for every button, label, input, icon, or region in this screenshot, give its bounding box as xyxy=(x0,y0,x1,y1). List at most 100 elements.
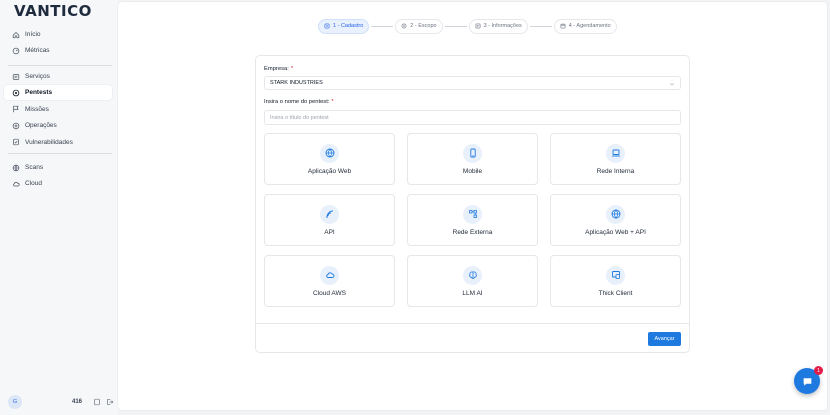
scan-icon xyxy=(12,164,20,171)
main-panel: 1 - Cadastro 2 - Escopo 3 - Informações … xyxy=(118,2,827,410)
type-card-rede-externa[interactable]: Rede Externa xyxy=(407,194,538,246)
app-logo[interactable]: VANTICO xyxy=(14,2,92,20)
type-icon-bg xyxy=(463,204,482,224)
sidebar-item-operacoes[interactable]: Operações xyxy=(4,118,112,133)
step-label: 1 - Cadastro xyxy=(333,23,364,29)
step-connector xyxy=(529,25,552,27)
laptop-icon xyxy=(611,149,620,157)
sidebar-item-label: Operações xyxy=(25,122,57,130)
sidebar-item-pentests[interactable]: Pentests xyxy=(4,85,112,101)
nav-divider xyxy=(8,65,112,66)
type-card-cloud-aws[interactable]: Cloud AWS xyxy=(264,255,395,307)
step-connector xyxy=(444,25,467,27)
nav-group-tools: Scans Cloud xyxy=(4,160,112,193)
type-label: API xyxy=(324,228,335,236)
type-card-aplicacao-web[interactable]: Aplicação Web xyxy=(264,133,395,185)
sidebar-item-missoes[interactable]: Missões xyxy=(4,102,112,117)
type-icon-bg xyxy=(320,204,339,224)
type-label: Thick Client xyxy=(598,289,633,297)
sidebar-item-inicio[interactable]: Início xyxy=(4,27,112,42)
pentest-icon xyxy=(12,89,20,97)
cloud-icon xyxy=(13,181,20,187)
step-cadastro[interactable]: 1 - Cadastro xyxy=(318,18,370,34)
sidebar: VANTICO Início Métricas Serviços Pentest… xyxy=(0,0,118,415)
type-icon-bg xyxy=(320,143,339,163)
chat-notification-badge: 1 xyxy=(814,366,823,375)
metrics-icon xyxy=(12,47,20,55)
next-button[interactable]: Avançar xyxy=(648,332,681,346)
step-escopo[interactable]: 2 - Escopo xyxy=(395,18,443,34)
logout-icon[interactable] xyxy=(106,398,114,406)
step-icon xyxy=(560,23,566,29)
type-card-rede-interna[interactable]: Rede Interna xyxy=(550,133,681,185)
sidebar-item-cloud[interactable]: Cloud xyxy=(4,176,112,191)
sidebar-item-label: Métricas xyxy=(25,47,50,55)
globe-icon xyxy=(611,209,620,219)
type-label: Rede Externa xyxy=(452,228,493,236)
type-icon-bg xyxy=(463,143,482,163)
sidebar-footer: G 416 xyxy=(8,394,114,410)
company-select[interactable]: STARK INDUSTRIES xyxy=(264,76,681,90)
flag-icon xyxy=(13,106,19,113)
pentest-name-label-text: Insira o nome do pentest: xyxy=(264,99,330,105)
pentest-name-placeholder: Insira o título do pentest xyxy=(270,114,329,121)
company-label-text: Empresa: xyxy=(264,66,289,72)
step-icon xyxy=(401,23,407,29)
type-label: Cloud AWS xyxy=(313,289,346,297)
pentest-name-input[interactable]: Insira o título do pentest xyxy=(264,110,681,125)
network-icon xyxy=(468,210,477,218)
sidebar-item-label: Missões xyxy=(25,105,49,113)
pentest-type-grid: Aplicação Web Mobile Rede Interna API Re… xyxy=(264,133,681,307)
app-root: VANTICO Início Métricas Serviços Pentest… xyxy=(0,0,830,415)
chevron-down-icon xyxy=(670,83,674,86)
sidebar-item-label: Vulnerabilidades xyxy=(25,138,73,146)
step-label: 2 - Escopo xyxy=(410,23,437,29)
avatar[interactable]: G xyxy=(8,395,22,409)
card-footer-divider xyxy=(256,323,689,324)
type-card-llm-ai[interactable]: LLM AI xyxy=(407,255,538,307)
credits-count: 416 xyxy=(71,399,82,405)
type-label: Aplicação Web + API xyxy=(585,228,646,236)
type-icon-bg xyxy=(606,265,625,285)
services-icon xyxy=(12,73,20,80)
company-select-value: STARK INDUSTRIES xyxy=(270,80,323,86)
step-connector xyxy=(371,25,394,27)
desktop-app-icon xyxy=(611,271,620,279)
sidebar-item-scans[interactable]: Scans xyxy=(4,160,112,175)
type-label: Aplicação Web xyxy=(307,167,352,175)
sidebar-item-metricas[interactable]: Métricas xyxy=(4,43,112,58)
type-label: Mobile xyxy=(462,167,483,175)
chat-icon xyxy=(803,377,811,386)
sidebar-item-label: Serviços xyxy=(25,73,50,80)
pentest-name-label: Insira o nome do pentest: * xyxy=(264,99,334,105)
required-mark: * xyxy=(331,99,334,105)
type-card-aplicacao-web-api[interactable]: Aplicação Web + API xyxy=(550,194,681,246)
sidebar-item-label: Scans xyxy=(25,164,44,171)
sidebar-item-label: Cloud xyxy=(25,180,42,188)
cloud-icon xyxy=(325,272,334,278)
type-icon-bg xyxy=(606,143,625,163)
type-icon-bg xyxy=(320,265,339,285)
globe-icon xyxy=(325,148,334,158)
required-mark: * xyxy=(290,66,294,72)
vulnerability-icon xyxy=(13,138,19,146)
step-informacoes[interactable]: 3 - Informações xyxy=(468,18,528,34)
step-label: 4 - Agendamento xyxy=(568,23,611,29)
sidebar-item-label: Início xyxy=(25,31,41,38)
nav-divider xyxy=(8,153,112,154)
sidebar-item-vulnerabilidades[interactable]: Vulnerabilidades xyxy=(4,135,112,150)
step-label: 3 - Informações xyxy=(483,23,522,29)
nav-group-main: Início Métricas xyxy=(4,27,112,60)
type-label: Rede Interna xyxy=(596,167,635,175)
type-card-mobile[interactable]: Mobile xyxy=(407,133,538,185)
sidebar-item-servicos[interactable]: Serviços xyxy=(4,69,112,84)
step-agendamento[interactable]: 4 - Agendamento xyxy=(553,18,617,34)
type-card-api[interactable]: API xyxy=(264,194,395,246)
document-icon[interactable] xyxy=(93,398,101,406)
company-label: Empresa: * xyxy=(264,66,293,72)
type-card-thick-client[interactable]: Thick Client xyxy=(550,255,681,307)
sidebar-item-label: Pentests xyxy=(25,89,53,97)
home-icon xyxy=(12,31,20,38)
pentest-form-card: Empresa: * STARK INDUSTRIES Insira o nome… xyxy=(255,55,690,353)
nav-group-services: Serviços Pentests Missões Operações Vuln… xyxy=(4,69,112,151)
